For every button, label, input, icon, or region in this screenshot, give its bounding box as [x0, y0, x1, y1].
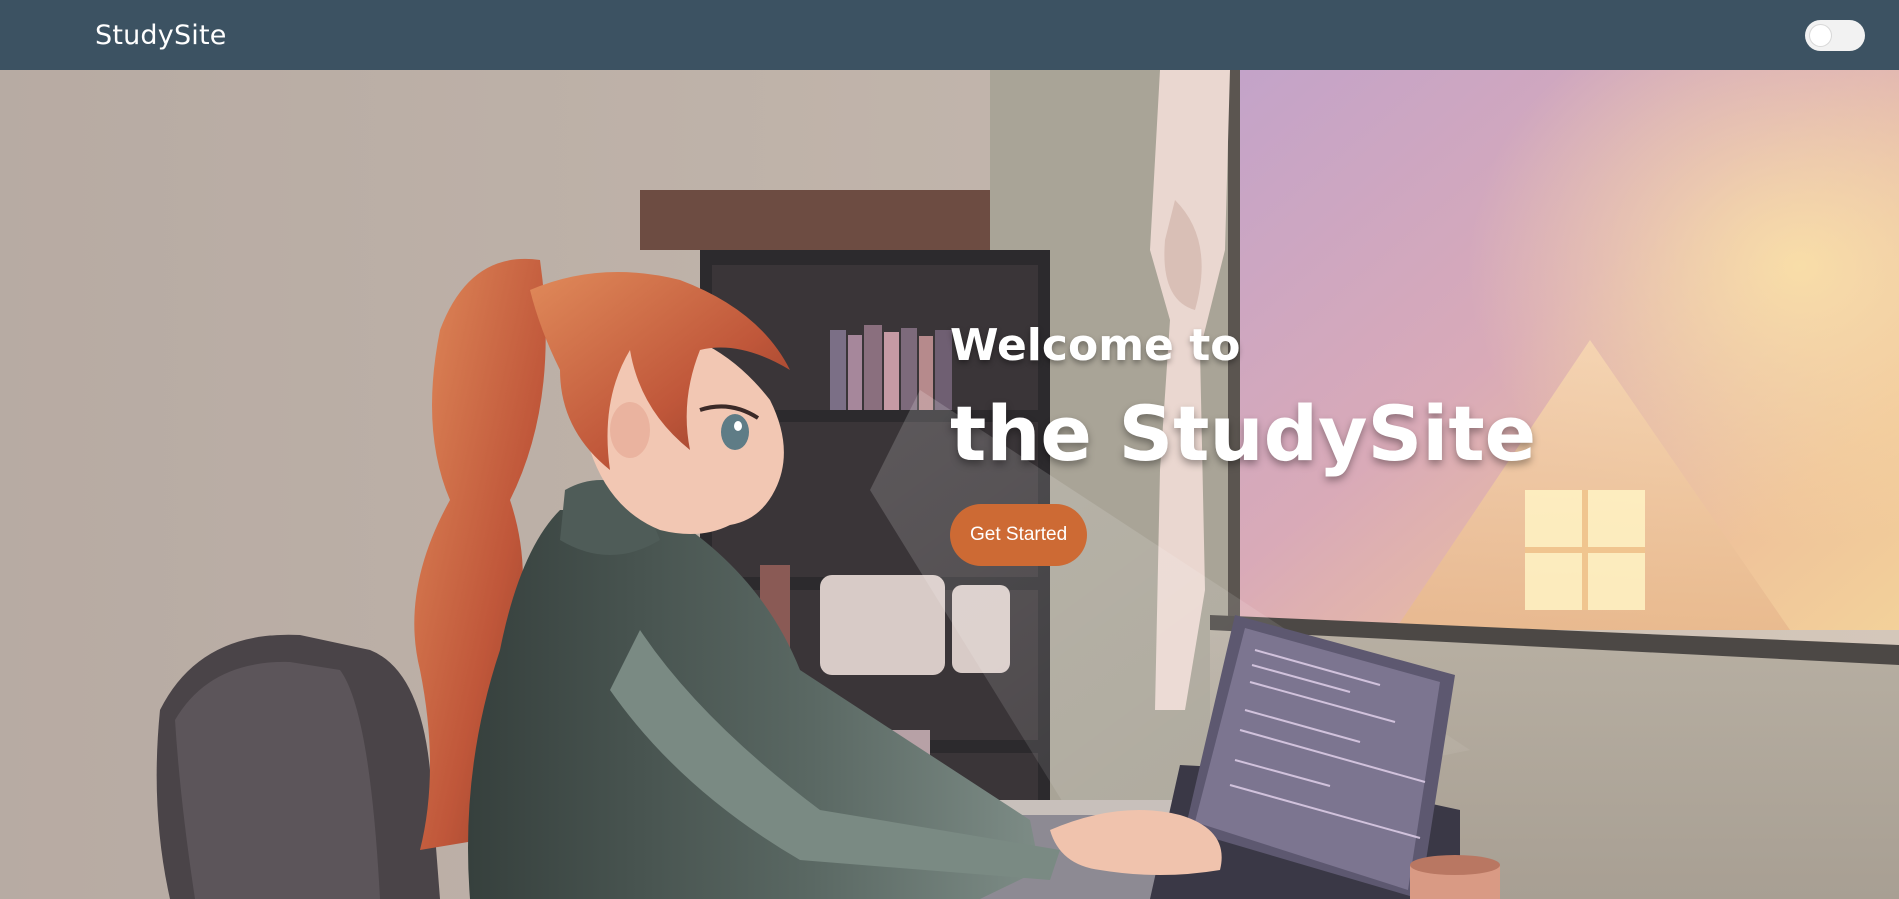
theme-toggle[interactable] — [1805, 19, 1865, 51]
hero-welcome-heading: Welcome to — [950, 320, 1241, 371]
hero-text-block: Welcome to the StudySite Get Started — [950, 324, 1536, 566]
brand-logo[interactable]: StudySite — [95, 20, 227, 51]
hero-site-heading: the StudySite — [950, 389, 1537, 478]
top-navbar: StudySite — [0, 0, 1899, 70]
hero-section: Welcome to the StudySite Get Started — [0, 70, 1899, 899]
toggle-knob — [1810, 24, 1831, 46]
get-started-button[interactable]: Get Started — [950, 504, 1088, 566]
